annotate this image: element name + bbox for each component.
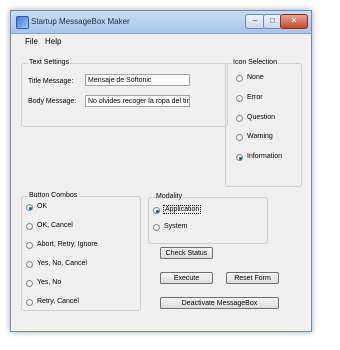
- button-combos-group: Button Combos: [21, 192, 141, 311]
- modality-application-radio[interactable]: [153, 207, 160, 214]
- icon-information-radio[interactable]: [236, 154, 243, 161]
- app-window: Startup MessageBox Maker – □ ✕ File Help…: [10, 10, 312, 332]
- combo-yes-no-cancel-radio[interactable]: [26, 261, 33, 268]
- title-message-input[interactable]: Mensaje de Softonic: [85, 74, 190, 86]
- combo-abort-retry-ignore-radio[interactable]: [26, 242, 33, 249]
- body-message-label: Body Message:: [28, 98, 77, 105]
- icon-warning-label[interactable]: Warning: [247, 133, 273, 140]
- icon-selection-legend: Icon Selection: [232, 59, 278, 66]
- minimize-icon[interactable]: –: [245, 14, 265, 29]
- title-bar[interactable]: Startup MessageBox Maker – □ ✕: [11, 11, 311, 34]
- combo-yes-no-label[interactable]: Yes, No: [37, 279, 61, 286]
- deactivate-messagebox-button[interactable]: Deactivate MessageBox: [160, 297, 279, 309]
- combo-retry-cancel-radio[interactable]: [26, 299, 33, 306]
- execute-button[interactable]: Execute: [160, 272, 213, 284]
- reset-form-button[interactable]: Reset Form: [226, 272, 279, 284]
- icon-selection-group: Icon Selection: [225, 59, 302, 187]
- combo-abort-retry-ignore-label[interactable]: Abort, Retry, Ignore: [37, 241, 98, 248]
- combo-yes-no-radio[interactable]: [26, 280, 33, 287]
- modality-application-label[interactable]: Application: [163, 205, 202, 214]
- icon-none-label[interactable]: None: [247, 74, 264, 81]
- modality-system-label[interactable]: System: [164, 223, 187, 230]
- combo-ok-cancel-radio[interactable]: [26, 223, 33, 230]
- combo-retry-cancel-label[interactable]: Retry, Cancel: [37, 298, 79, 305]
- icon-none-radio[interactable]: [236, 75, 243, 82]
- close-icon[interactable]: ✕: [280, 14, 308, 29]
- combo-ok-label[interactable]: OK: [37, 203, 47, 210]
- combo-ok-cancel-label[interactable]: OK, Cancel: [37, 222, 73, 229]
- title-message-label: Title Message:: [28, 78, 74, 85]
- icon-error-label[interactable]: Error: [247, 94, 263, 101]
- icon-question-label[interactable]: Question: [247, 114, 275, 121]
- menu-bar: File Help: [11, 34, 311, 48]
- window-title: Startup MessageBox Maker: [31, 17, 130, 26]
- icon-question-radio[interactable]: [236, 115, 243, 122]
- app-icon: [16, 16, 29, 29]
- modality-legend: Modality: [155, 193, 184, 200]
- menu-help[interactable]: Help: [45, 37, 61, 46]
- menu-file[interactable]: File: [25, 37, 38, 46]
- text-settings-legend: Text Settings: [28, 59, 71, 66]
- modality-system-radio[interactable]: [153, 224, 160, 231]
- check-status-button[interactable]: Check Status: [160, 247, 213, 259]
- body-message-input[interactable]: No olvides recoger la ropa del tinte: [85, 95, 190, 107]
- combo-yes-no-cancel-label[interactable]: Yes, No, Cancel: [37, 260, 87, 267]
- button-combos-legend: Button Combos: [28, 192, 79, 199]
- icon-warning-radio[interactable]: [236, 134, 243, 141]
- combo-ok-radio[interactable]: [26, 204, 33, 211]
- icon-information-label[interactable]: Information: [247, 153, 282, 160]
- icon-error-radio[interactable]: [236, 95, 243, 102]
